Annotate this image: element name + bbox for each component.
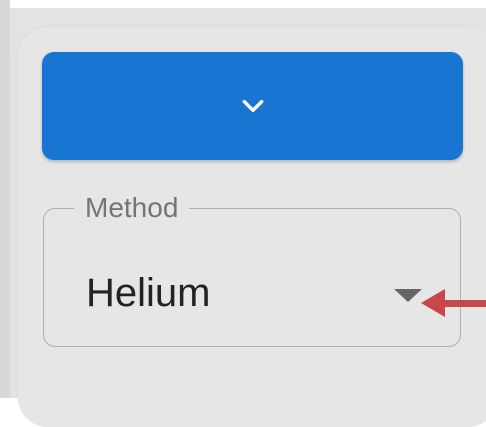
expand-button[interactable] xyxy=(42,52,463,160)
panel-edge xyxy=(0,0,10,398)
chevron-down-icon xyxy=(242,99,263,113)
method-value[interactable]: Helium xyxy=(86,268,210,318)
method-label: Method xyxy=(74,190,190,226)
dropdown-arrow-icon[interactable] xyxy=(393,288,423,303)
annotation-arrow-icon xyxy=(421,282,486,330)
